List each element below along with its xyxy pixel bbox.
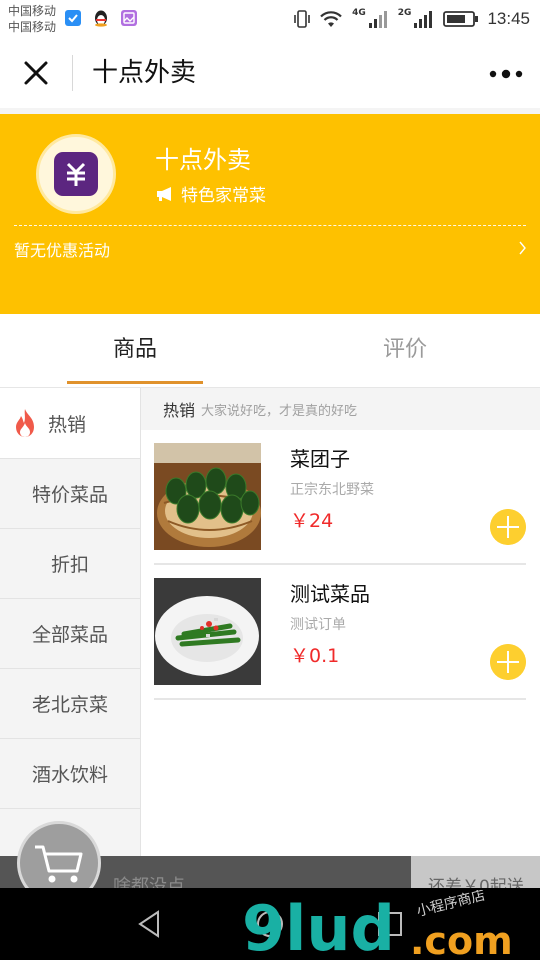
shop-logo — [36, 134, 116, 214]
close-icon[interactable] — [18, 55, 54, 91]
wifi-icon — [320, 11, 342, 27]
product-name: 测试菜品 — [290, 582, 370, 606]
watermark-brand: 9lud — [242, 892, 395, 960]
system-nav-bar: 9lud .com 小程序商店 — [0, 888, 540, 960]
back-icon[interactable] — [132, 906, 168, 942]
fire-icon — [16, 409, 34, 437]
product-image[interactable] — [154, 443, 261, 550]
network-2g-label: 2G — [397, 8, 412, 18]
category-item-hot[interactable]: 热销 — [0, 388, 140, 459]
shop-header: 十点外卖 特色家常菜 暂无优惠活动 — [0, 114, 540, 314]
status-right: 4G 2G 13:45 — [294, 8, 530, 30]
product-item[interactable]: 测试菜品 测试订单 ￥0.1 — [154, 565, 526, 700]
signal-icon — [368, 11, 387, 28]
more-dots-icon[interactable] — [486, 60, 526, 88]
status-bar: 中国移动 中国移动 4G 2G 13:45 — [0, 0, 540, 38]
signal-icon — [414, 11, 433, 28]
tab-bar: 商品 评价 — [0, 314, 540, 388]
product-price: ￥0.1 — [290, 645, 340, 667]
product-price: ￥24 — [290, 510, 334, 532]
shop-tag: 特色家常菜 — [155, 181, 266, 206]
section-subtitle: 大家说好吃，才是真的好吃 — [201, 403, 358, 419]
category-item-all[interactable]: 全部菜品 — [0, 599, 140, 669]
vibrate-icon — [294, 10, 310, 28]
checkout-button[interactable]: 还差￥0起送 — [411, 856, 540, 888]
qq-penguin-icon — [95, 10, 107, 27]
nav-divider — [72, 55, 73, 91]
category-item-drinks[interactable]: 酒水饮料 — [0, 739, 140, 809]
category-item-beijing[interactable]: 老北京菜 — [0, 669, 140, 739]
carrier-label: 中国移动 中国移动 — [8, 3, 56, 35]
chevron-right-icon[interactable] — [518, 239, 528, 257]
section-header: 热销 大家说好吃，才是真的好吃 — [141, 388, 540, 430]
product-image[interactable] — [154, 578, 261, 685]
carrier-1: 中国移动 — [8, 4, 57, 18]
tab-active-indicator — [67, 381, 203, 384]
product-desc: 正宗东北野菜 — [290, 482, 374, 498]
promo-text[interactable]: 暂无优惠活动 — [14, 237, 110, 261]
category-sidebar: 热销 特价菜品 折扣 全部菜品 老北京菜 酒水饮料 — [0, 388, 141, 888]
clock: 13:45 — [487, 9, 530, 28]
category-item-discount[interactable]: 折扣 — [0, 529, 140, 599]
battery-icon — [443, 11, 479, 27]
page-title: 十点外卖 — [92, 58, 197, 88]
section-title: 热销 — [163, 401, 196, 420]
megaphone-icon — [157, 186, 171, 201]
tab-goods[interactable]: 商品 — [0, 314, 270, 388]
watermark-domain: .com — [410, 919, 513, 960]
mini-program-nav-bar: 十点外卖 — [0, 38, 540, 108]
shop-name: 十点外卖 — [155, 146, 251, 174]
shop-tag-label: 特色家常菜 — [181, 186, 266, 206]
cart-empty-text: 啥都没点 — [113, 876, 185, 888]
product-item[interactable]: 菜团子 正宗东北野菜 ￥24 — [154, 430, 526, 565]
shop-logo-badge — [54, 152, 98, 196]
network-4g-label: 4G — [352, 8, 366, 18]
product-desc: 测试订单 — [290, 617, 346, 633]
product-list: 菜团子 正宗东北野菜 ￥24 测试菜品 测试订单 ￥0.1 — [141, 430, 540, 888]
min-order-text: 还差￥0起送 — [428, 877, 524, 888]
watermark-logo: 9lud .com 小程序商店 — [242, 890, 513, 960]
add-to-cart-button[interactable] — [490, 509, 526, 545]
category-label: 热销 — [48, 413, 87, 436]
shield-icon — [65, 10, 81, 26]
product-name: 菜团子 — [290, 447, 350, 471]
carrier-2: 中国移动 — [8, 20, 57, 34]
tab-reviews[interactable]: 评价 — [270, 314, 540, 388]
category-item-special[interactable]: 特价菜品 — [0, 459, 140, 529]
add-to-cart-button[interactable] — [490, 644, 526, 680]
watermark-slogan: 小程序商店 — [415, 890, 487, 920]
dashed-divider — [14, 225, 526, 226]
gallery-icon — [121, 10, 137, 26]
currency-logo-icon — [66, 162, 86, 186]
